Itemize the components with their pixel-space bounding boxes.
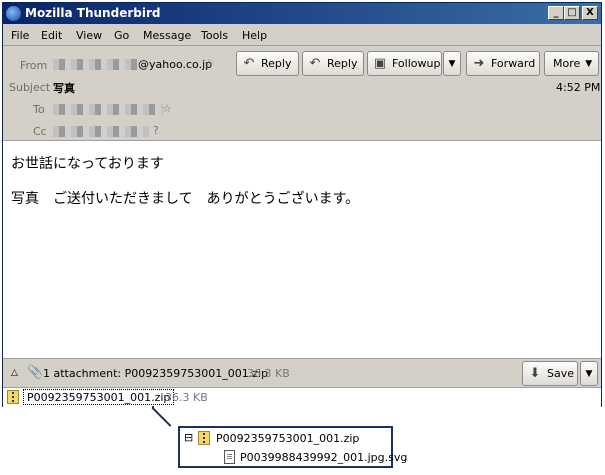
minimize-button[interactable]: _ <box>548 6 564 20</box>
forward-label: Forward <box>491 57 536 70</box>
attachment-item-zip[interactable]: P0092359753001_001.zip <box>23 389 175 405</box>
followup-dropdown-button[interactable]: ▼ <box>443 51 461 76</box>
from-star-icon[interactable]: ☆ <box>204 57 214 70</box>
attachment-list: P0092359753001_001.zip 36.3 KB <box>3 387 601 407</box>
menu-message[interactable]: Message <box>143 29 191 42</box>
followup-label: Followup <box>392 57 441 70</box>
reply-icon: ↶ <box>243 56 255 71</box>
reply-button[interactable]: ↶ Reply <box>236 51 299 76</box>
forward-button[interactable]: ➜ Forward <box>466 51 540 76</box>
cc-label: Cc <box>33 125 47 138</box>
attachment-total-size: 36.3 KB <box>247 367 290 380</box>
save-label: Save <box>547 367 575 380</box>
body-line-2: 写真 ご送付いただきまして ありがとうございます。 <box>11 191 360 207</box>
attachment-summary[interactable]: 1 attachment: P0092359753001_001.zip <box>43 367 268 380</box>
reply-all-label: Reply <box>327 57 358 70</box>
thunderbird-window: Mozilla Thunderbird _ □ X File Edit View… <box>2 2 602 407</box>
callout-child-name[interactable]: P0039988439992_001.jpg.svg <box>240 451 407 464</box>
subject-value: 写真 <box>53 82 75 95</box>
save-button[interactable]: ⬇ Save <box>522 361 578 386</box>
reply-all-icon: ↶ <box>309 56 321 71</box>
zip-contents-callout: ⊟ P0092359753001_001.zip P0039988439992_… <box>178 426 407 468</box>
from-label: From <box>20 59 48 72</box>
window-title: Mozilla Thunderbird <box>25 6 161 20</box>
zip-file-icon <box>7 390 19 404</box>
to-star-icon[interactable]: ☆ <box>162 102 172 115</box>
callout-connector-line <box>151 407 172 427</box>
attachment-bar: △ 📎 1 attachment: P0092359753001_001.zip… <box>3 358 601 388</box>
followup-icon: ▣ <box>373 56 387 71</box>
message-header: From @yahoo.co.jp ☆ Subject 写真 To ☆ Cc ?… <box>3 47 601 142</box>
menu-go[interactable]: Go <box>114 29 129 42</box>
menu-tools[interactable]: Tools <box>201 29 228 42</box>
svg-file-icon <box>224 450 235 464</box>
more-button[interactable]: More ▼ <box>544 51 599 76</box>
to-label: To <box>33 103 45 116</box>
menu-file[interactable]: File <box>11 29 29 42</box>
reply-all-button[interactable]: ↶ Reply <box>302 51 364 76</box>
subject-label: Subject <box>9 81 51 94</box>
menu-bar: File Edit View Go Message Tools Help <box>3 25 601 46</box>
body-line-1: お世話になっております <box>11 156 164 172</box>
tree-collapse-icon[interactable]: ⊟ <box>184 431 193 444</box>
paperclip-icon: 📎 <box>27 365 44 380</box>
menu-edit[interactable]: Edit <box>41 29 62 42</box>
chevron-down-icon: ▼ <box>585 58 593 69</box>
from-domain[interactable]: @yahoo.co.jp <box>138 58 212 71</box>
to-address-redacted <box>53 104 163 115</box>
chevron-down-icon: ▼ <box>448 58 456 69</box>
close-button[interactable]: X <box>582 6 598 20</box>
reply-label: Reply <box>261 57 292 70</box>
message-body[interactable]: お世話になっております 写真 ご送付いただきまして ありがとうございます。 <box>3 140 601 358</box>
menu-help[interactable]: Help <box>242 29 267 42</box>
title-bar[interactable]: Mozilla Thunderbird _ □ X <box>3 3 601 24</box>
callout-zip-name[interactable]: P0092359753001_001.zip <box>216 432 359 445</box>
message-time: 4:52 PM <box>556 81 601 94</box>
forward-icon: ➜ <box>473 56 485 71</box>
menu-view[interactable]: View <box>76 29 102 42</box>
zip-folder-icon <box>198 431 210 445</box>
cc-question-icon: ? <box>153 124 159 137</box>
download-arrow-icon: ⬇ <box>529 366 541 381</box>
chevron-down-icon: ▼ <box>585 368 593 379</box>
cc-address-redacted <box>53 126 149 137</box>
from-address-redacted <box>53 59 138 70</box>
more-label: More <box>553 57 581 70</box>
maximize-button[interactable]: □ <box>564 6 580 20</box>
expand-toggle-icon[interactable]: △ <box>11 368 18 378</box>
attachment-item-size: 36.3 KB <box>165 391 208 404</box>
thunderbird-app-icon <box>6 6 21 21</box>
followup-button[interactable]: ▣ Followup <box>367 51 442 76</box>
save-dropdown-button[interactable]: ▼ <box>580 361 598 386</box>
